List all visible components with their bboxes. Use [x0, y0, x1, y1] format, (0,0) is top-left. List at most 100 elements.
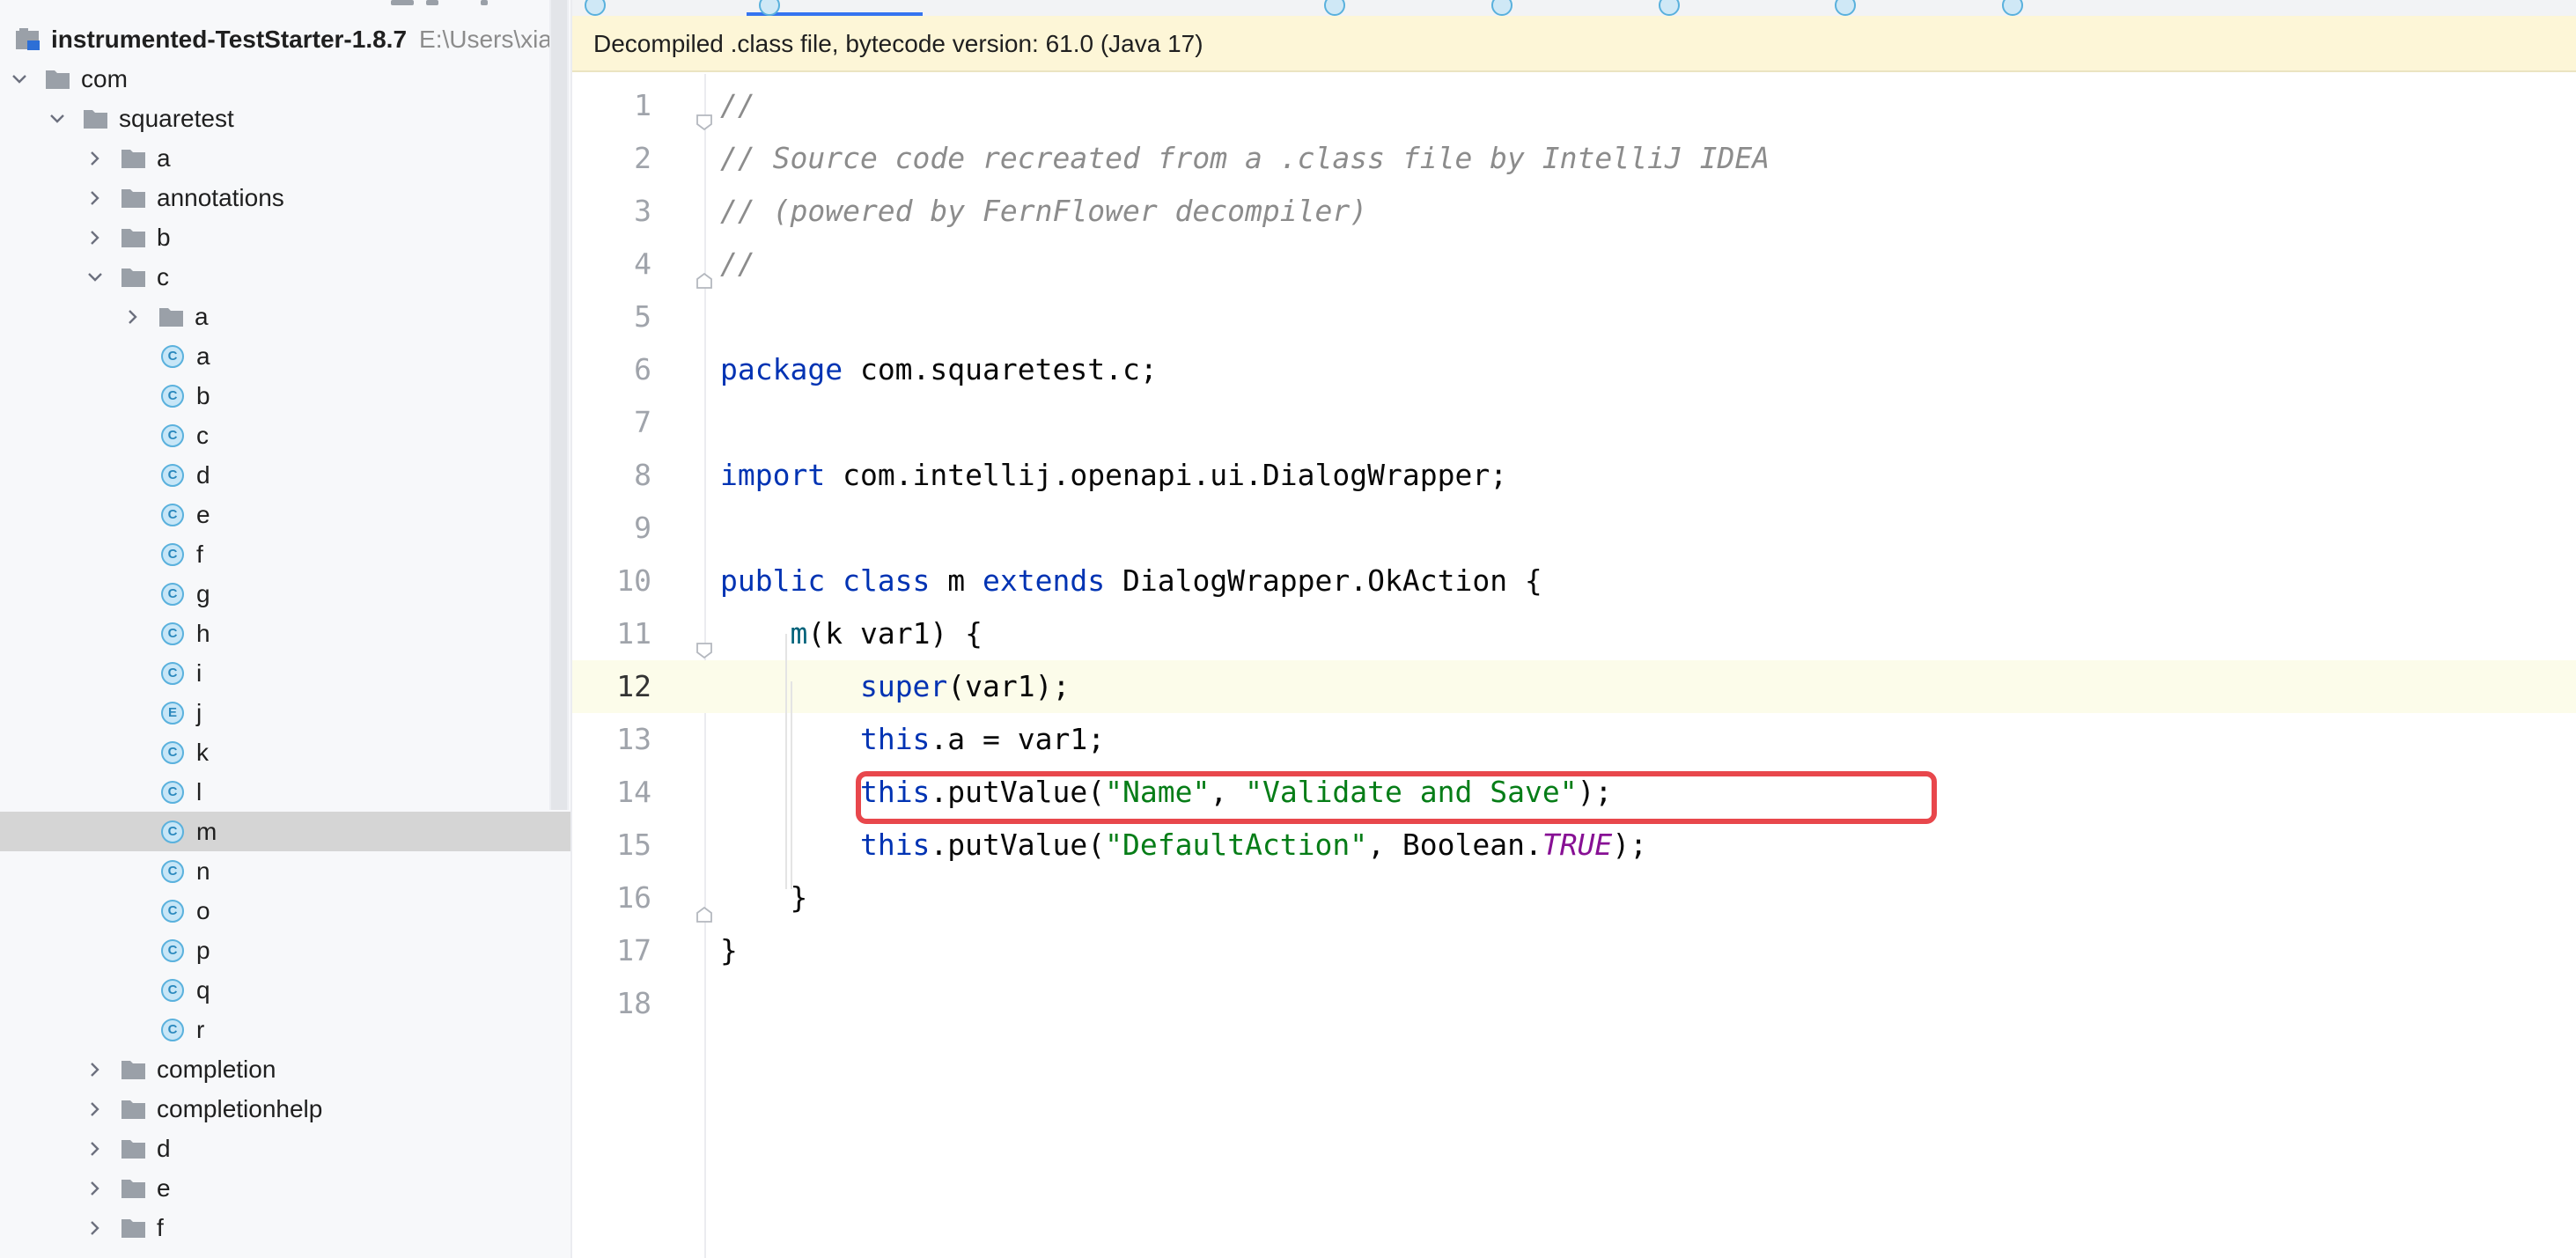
line-number[interactable]: 10 [572, 555, 651, 607]
tree-class-item[interactable]: Cl [0, 772, 570, 812]
chevron-down-icon[interactable] [47, 108, 68, 129]
code-line[interactable]: 6 package com.squaretest.c; [572, 343, 2576, 396]
code-line[interactable]: 13 this.a = var1; [572, 713, 2576, 766]
tree-folder-item[interactable]: annotations [0, 178, 570, 217]
editor-tab[interactable] [572, 0, 696, 16]
tree-folder-item[interactable]: a [0, 138, 570, 178]
chevron-right-icon[interactable] [85, 1099, 106, 1120]
line-number[interactable]: 4 [572, 238, 651, 291]
tree-folder-item[interactable]: com [0, 59, 570, 99]
code-area[interactable]: 1 // 2 // Source code recreated from a .cla… [572, 74, 2576, 1258]
tree-scrollbar-thumb[interactable] [551, 0, 567, 810]
editor-tab[interactable] [1312, 0, 1444, 16]
code-line[interactable]: 7 [572, 396, 2576, 449]
code-line[interactable]: 4 // [572, 238, 2576, 291]
chevron-down-icon[interactable] [85, 267, 106, 288]
line-number[interactable]: 2 [572, 132, 651, 185]
chevron-right-icon[interactable] [85, 1059, 106, 1080]
editor-tab[interactable] [1646, 0, 1778, 16]
tree-class-item[interactable]: Cc [0, 416, 570, 455]
code-line[interactable]: 1 // [572, 79, 2576, 132]
tree-item-label: d [196, 460, 210, 489]
line-number[interactable]: 11 [572, 607, 651, 660]
code-line[interactable]: 18 [572, 977, 2576, 1030]
tree-class-item[interactable]: Cf [0, 534, 570, 574]
line-number[interactable]: 1 [572, 79, 651, 132]
editor-tab[interactable] [942, 0, 1277, 16]
tree-folder-item[interactable]: squaretest [0, 99, 570, 138]
line-number[interactable]: 12 [572, 660, 651, 713]
fold-start-icon[interactable] [694, 625, 715, 659]
line-number[interactable]: 14 [572, 766, 651, 819]
tree-class-item[interactable]: Cg [0, 574, 570, 614]
fold-end-icon[interactable] [694, 255, 715, 289]
chevron-right-icon[interactable] [85, 227, 106, 248]
tree-class-item[interactable]: Cb [0, 376, 570, 416]
chevron-right-icon[interactable] [85, 1218, 106, 1239]
code-line[interactable]: 17} [572, 924, 2576, 977]
code-line[interactable]: 10 public class m extends DialogWrapper.O… [572, 555, 2576, 607]
line-number[interactable]: 8 [572, 449, 651, 502]
line-number[interactable]: 6 [572, 343, 651, 396]
tree-class-item[interactable]: Ci [0, 653, 570, 693]
tree-class-item[interactable]: Ce [0, 495, 570, 534]
tree-class-item[interactable]: Ck [0, 732, 570, 772]
tree-class-item[interactable]: Co [0, 891, 570, 931]
editor-tab[interactable] [1990, 0, 2342, 16]
code-line[interactable]: 3 // (powered by FernFlower decompiler) [572, 185, 2576, 238]
tree-root[interactable]: instrumented-TestStarter-1.8.7 E:\Users\… [0, 19, 570, 59]
editor-tab-active[interactable] [747, 0, 923, 16]
editor-tab[interactable] [1822, 0, 1954, 16]
code-token: ); [1612, 828, 1648, 862]
toolbar-icon[interactable] [391, 0, 414, 5]
code-line[interactable]: 11 m(k var1) { [572, 607, 2576, 660]
toolbar-icon[interactable] [481, 0, 488, 5]
tree-class-item[interactable]: Cd [0, 455, 570, 495]
line-number[interactable]: 16 [572, 872, 651, 924]
code-line[interactable]: 12 super(var1); [572, 660, 2576, 713]
chevron-right-icon[interactable] [85, 1178, 106, 1199]
tree-folder-item[interactable]: completionhelp [0, 1089, 570, 1129]
line-number[interactable]: 17 [572, 924, 651, 977]
tree-class-item[interactable]: Cm [0, 812, 570, 851]
line-number[interactable]: 5 [572, 291, 651, 343]
code-line[interactable]: 16 } [572, 872, 2576, 924]
tree-class-item[interactable]: Ca [0, 336, 570, 376]
line-number[interactable]: 9 [572, 502, 651, 555]
tree-class-item[interactable]: Ch [0, 614, 570, 653]
code-line[interactable]: 2 // Source code recreated from a .class … [572, 132, 2576, 185]
line-number[interactable]: 13 [572, 713, 651, 766]
line-number[interactable]: 7 [572, 396, 651, 449]
tree-folder-item[interactable]: b [0, 217, 570, 257]
editor-tab[interactable] [1479, 0, 1611, 16]
tree-item-label: annotations [157, 183, 284, 211]
fold-start-icon[interactable] [694, 97, 715, 131]
tree-folder-item[interactable]: f [0, 1208, 570, 1247]
code-line[interactable]: 8 import com.intellij.openapi.ui.DialogWr… [572, 449, 2576, 502]
line-number[interactable]: 15 [572, 819, 651, 872]
toolbar-icon[interactable] [426, 0, 438, 5]
tree-folder-item[interactable]: d [0, 1129, 570, 1168]
tree-class-item[interactable]: Cr [0, 1010, 570, 1049]
code-line[interactable]: 9 [572, 502, 2576, 555]
tree-folder-item[interactable]: a [0, 297, 570, 336]
tree-class-item[interactable]: Cp [0, 931, 570, 970]
tree-folder-item[interactable]: completion [0, 1049, 570, 1089]
chevron-right-icon[interactable] [122, 306, 144, 327]
tree-folder-item[interactable]: c [0, 257, 570, 297]
code-line[interactable]: 5 [572, 291, 2576, 343]
chevron-right-icon[interactable] [85, 1138, 106, 1159]
code-token: // [720, 246, 755, 281]
code-line[interactable]: 15 this.putValue("DefaultAction", Boolea… [572, 819, 2576, 872]
tree-class-item[interactable]: Ej [0, 693, 570, 732]
tree-class-item[interactable]: Cq [0, 970, 570, 1010]
tree-scrollbar[interactable] [549, 0, 569, 810]
tree-folder-item[interactable]: e [0, 1168, 570, 1208]
line-number[interactable]: 3 [572, 185, 651, 238]
fold-end-icon[interactable] [694, 889, 715, 923]
chevron-down-icon[interactable] [9, 69, 30, 90]
line-number[interactable]: 18 [572, 977, 651, 1030]
chevron-right-icon[interactable] [85, 188, 106, 209]
tree-class-item[interactable]: Cn [0, 851, 570, 891]
chevron-right-icon[interactable] [85, 148, 106, 169]
